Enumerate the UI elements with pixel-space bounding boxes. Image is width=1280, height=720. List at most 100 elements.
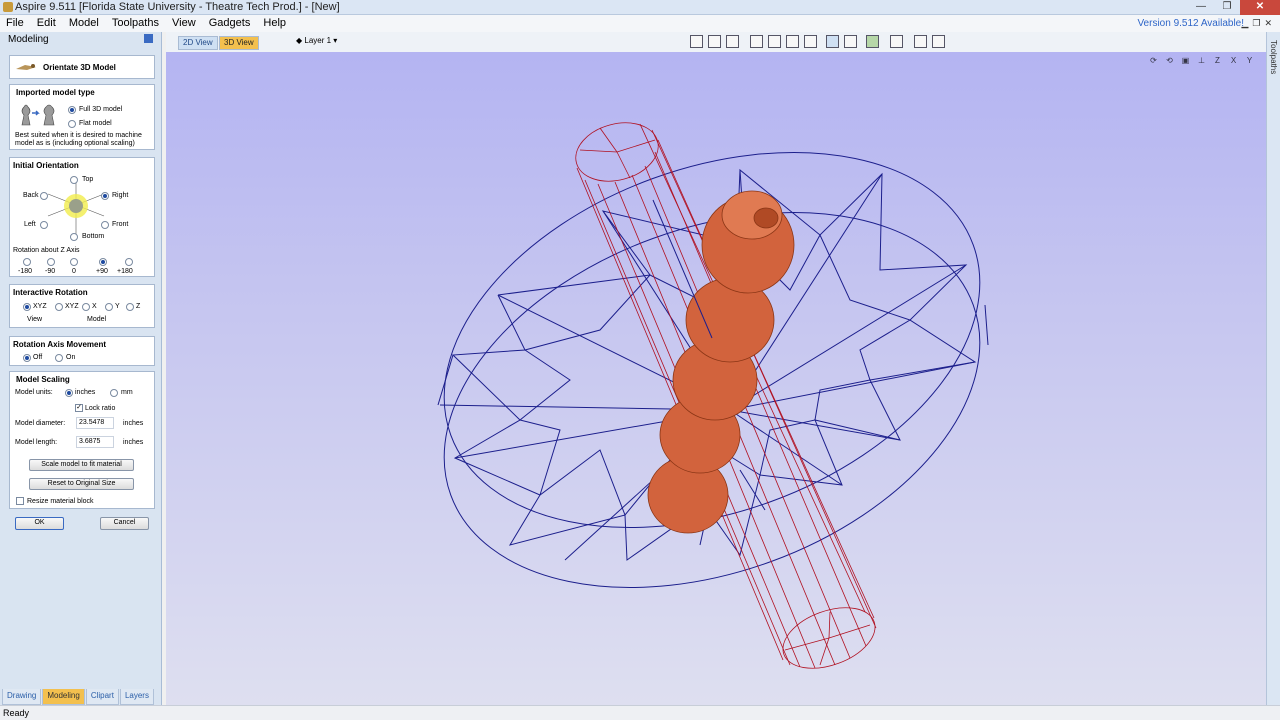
version-link[interactable]: Version 9.512 Available! — [1137, 18, 1244, 29]
mdi-controls[interactable]: ▁❐✕ — [1241, 18, 1276, 29]
group-title: Imported model type — [16, 88, 95, 97]
tab-layers[interactable]: Layers — [119, 689, 154, 705]
menu-help[interactable]: Help — [257, 15, 290, 29]
group-title: Rotation Axis Movement — [13, 340, 107, 349]
orient-front-radio[interactable] — [101, 221, 109, 229]
orient-front-label: Front — [112, 221, 129, 228]
shade-icon[interactable] — [866, 35, 879, 48]
rotate-x-radio[interactable] — [82, 303, 90, 311]
turned-model — [647, 190, 795, 534]
full-3d-model-radio[interactable] — [68, 106, 76, 114]
initial-orientation-group: Initial Orientation Top Back Right Left … — [9, 157, 155, 277]
orient-top-label: Top — [82, 176, 94, 183]
panel-pin[interactable] — [140, 34, 153, 45]
menu-file[interactable]: File — [0, 15, 28, 29]
chess-piece-icon — [21, 104, 55, 126]
axis-move-on-radio[interactable] — [55, 354, 63, 362]
pan-icon[interactable] — [750, 35, 763, 48]
cancel-button[interactable]: Cancel — [100, 517, 149, 530]
z-rot-minus180-radio[interactable] — [23, 258, 31, 266]
z-rot-plus90-radio[interactable] — [99, 258, 107, 266]
orient-bottom-label: Bottom — [82, 233, 105, 240]
units-mm-radio[interactable] — [110, 389, 118, 397]
tab-drawing[interactable]: Drawing — [2, 689, 42, 705]
zoom-fit-icon[interactable] — [708, 35, 721, 48]
rotate-y-label: Y — [115, 303, 120, 310]
rotation-axis-movement-group: Rotation Axis Movement Off On — [9, 336, 155, 366]
window-controls: — ❐ ✕ — [1188, 0, 1280, 15]
flat-model-radio[interactable] — [68, 120, 76, 128]
axis-move-off-radio[interactable] — [23, 354, 31, 362]
menu-model[interactable]: Model — [63, 15, 103, 29]
full-3d-model-label: Full 3D model — [79, 106, 123, 113]
z-rot-minus180-label: -180 — [18, 268, 33, 275]
3d-viewport[interactable]: ⟳ ⟲ ▣ ⊥ Z X Y — [166, 52, 1266, 705]
tab-clipart[interactable]: Clipart — [85, 689, 119, 705]
scale-to-material-button[interactable]: Scale model to fit material — [29, 459, 134, 471]
menu-gadgets[interactable]: Gadgets — [203, 15, 255, 29]
ok-button[interactable]: OK — [15, 517, 64, 530]
title-bar: Aspire 9.511 [Florida State University -… — [0, 0, 1280, 15]
tab-2d-view[interactable]: 2D View — [178, 36, 218, 50]
maximize-icon[interactable]: ❐ — [1214, 0, 1240, 15]
zoom-selection-icon[interactable] — [804, 35, 817, 48]
app-icon — [3, 2, 13, 12]
minimize-icon[interactable]: — — [1188, 0, 1214, 15]
orient-back-radio[interactable] — [40, 192, 48, 200]
orient-bottom-radio[interactable] — [70, 233, 78, 241]
units-inches-radio[interactable] — [65, 389, 73, 397]
z-rot-plus90-label: +90 — [96, 268, 108, 275]
rotate-z-radio[interactable] — [126, 303, 134, 311]
axis-move-on-label: On — [66, 354, 76, 361]
panel-header: Modeling — [0, 32, 161, 47]
split-vertical-icon[interactable] — [932, 35, 945, 48]
window-title: Aspire 9.511 [Florida State University -… — [15, 1, 340, 13]
zoom-in-icon[interactable] — [786, 35, 799, 48]
menu-view[interactable]: View — [166, 15, 200, 29]
snap-icon[interactable] — [826, 35, 839, 48]
layer-dropdown[interactable]: ◆ Layer 1 ▾ — [296, 36, 337, 45]
model-diameter-field[interactable]: 23.5478 — [76, 417, 114, 429]
menu-toolpaths[interactable]: Toolpaths — [106, 15, 163, 29]
material-icon[interactable] — [890, 35, 903, 48]
close-icon[interactable]: ✕ — [1240, 0, 1280, 15]
tab-modeling[interactable]: Modeling — [42, 689, 85, 705]
rotate-x-label: X — [92, 303, 97, 310]
model-scaling-group: Model Scaling Model units: inches mm ✓ L… — [9, 371, 155, 509]
menu-edit[interactable]: Edit — [31, 15, 60, 29]
rotate-y-radio[interactable] — [105, 303, 113, 311]
modeling-panel: Modeling Orientate 3D Model Imported mod… — [0, 32, 162, 705]
rotate-z-label: Z — [136, 303, 141, 310]
view-toolbar: 2D View 3D View ◆ Layer 1 ▾ — [166, 32, 1266, 52]
model-length-unit: inches — [123, 439, 144, 446]
pin-icon[interactable] — [144, 34, 153, 43]
zoom-window-icon[interactable] — [690, 35, 703, 48]
zoom-out-icon[interactable] — [768, 35, 781, 48]
orient-left-radio[interactable] — [40, 221, 48, 229]
axis-move-off-label: Off — [33, 354, 43, 361]
grid-icon[interactable] — [726, 35, 739, 48]
z-rot-0-radio[interactable] — [70, 258, 78, 266]
imported-model-type-group: Imported model type Full 3D model Flat m… — [9, 84, 155, 150]
lock-ratio-label: Lock ratio — [85, 405, 116, 412]
orient-right-radio[interactable] — [101, 192, 109, 200]
rotate-xyz-view-radio[interactable] — [23, 303, 31, 311]
reset-size-button[interactable]: Reset to Original Size — [29, 478, 134, 490]
panel-tabs: Drawing Modeling Clipart Layers — [0, 689, 162, 705]
lock-ratio-checkbox[interactable]: ✓ — [75, 404, 83, 412]
toolpaths-tab[interactable]: Toolpaths — [1269, 40, 1278, 74]
menu-bar: File Edit Model Toolpaths View Gadgets H… — [0, 15, 1280, 32]
type-description-line-2: model as is (including optional scaling) — [15, 140, 135, 147]
orient-top-radio[interactable] — [70, 176, 78, 184]
toolpaths-strip[interactable]: Toolpaths — [1266, 32, 1280, 705]
model-length-field[interactable]: 3.6875 — [76, 436, 114, 448]
flat-model-label: Flat model — [79, 120, 112, 127]
rotate-xyz-model-radio[interactable] — [55, 303, 63, 311]
tab-3d-view[interactable]: 3D View — [219, 36, 259, 50]
z-rot-plus180-radio[interactable] — [125, 258, 133, 266]
measure-icon[interactable] — [844, 35, 857, 48]
split-horizontal-icon[interactable] — [914, 35, 927, 48]
orient-left-label: Left — [24, 221, 36, 228]
resize-material-checkbox[interactable] — [16, 497, 24, 505]
z-rot-minus90-radio[interactable] — [47, 258, 55, 266]
